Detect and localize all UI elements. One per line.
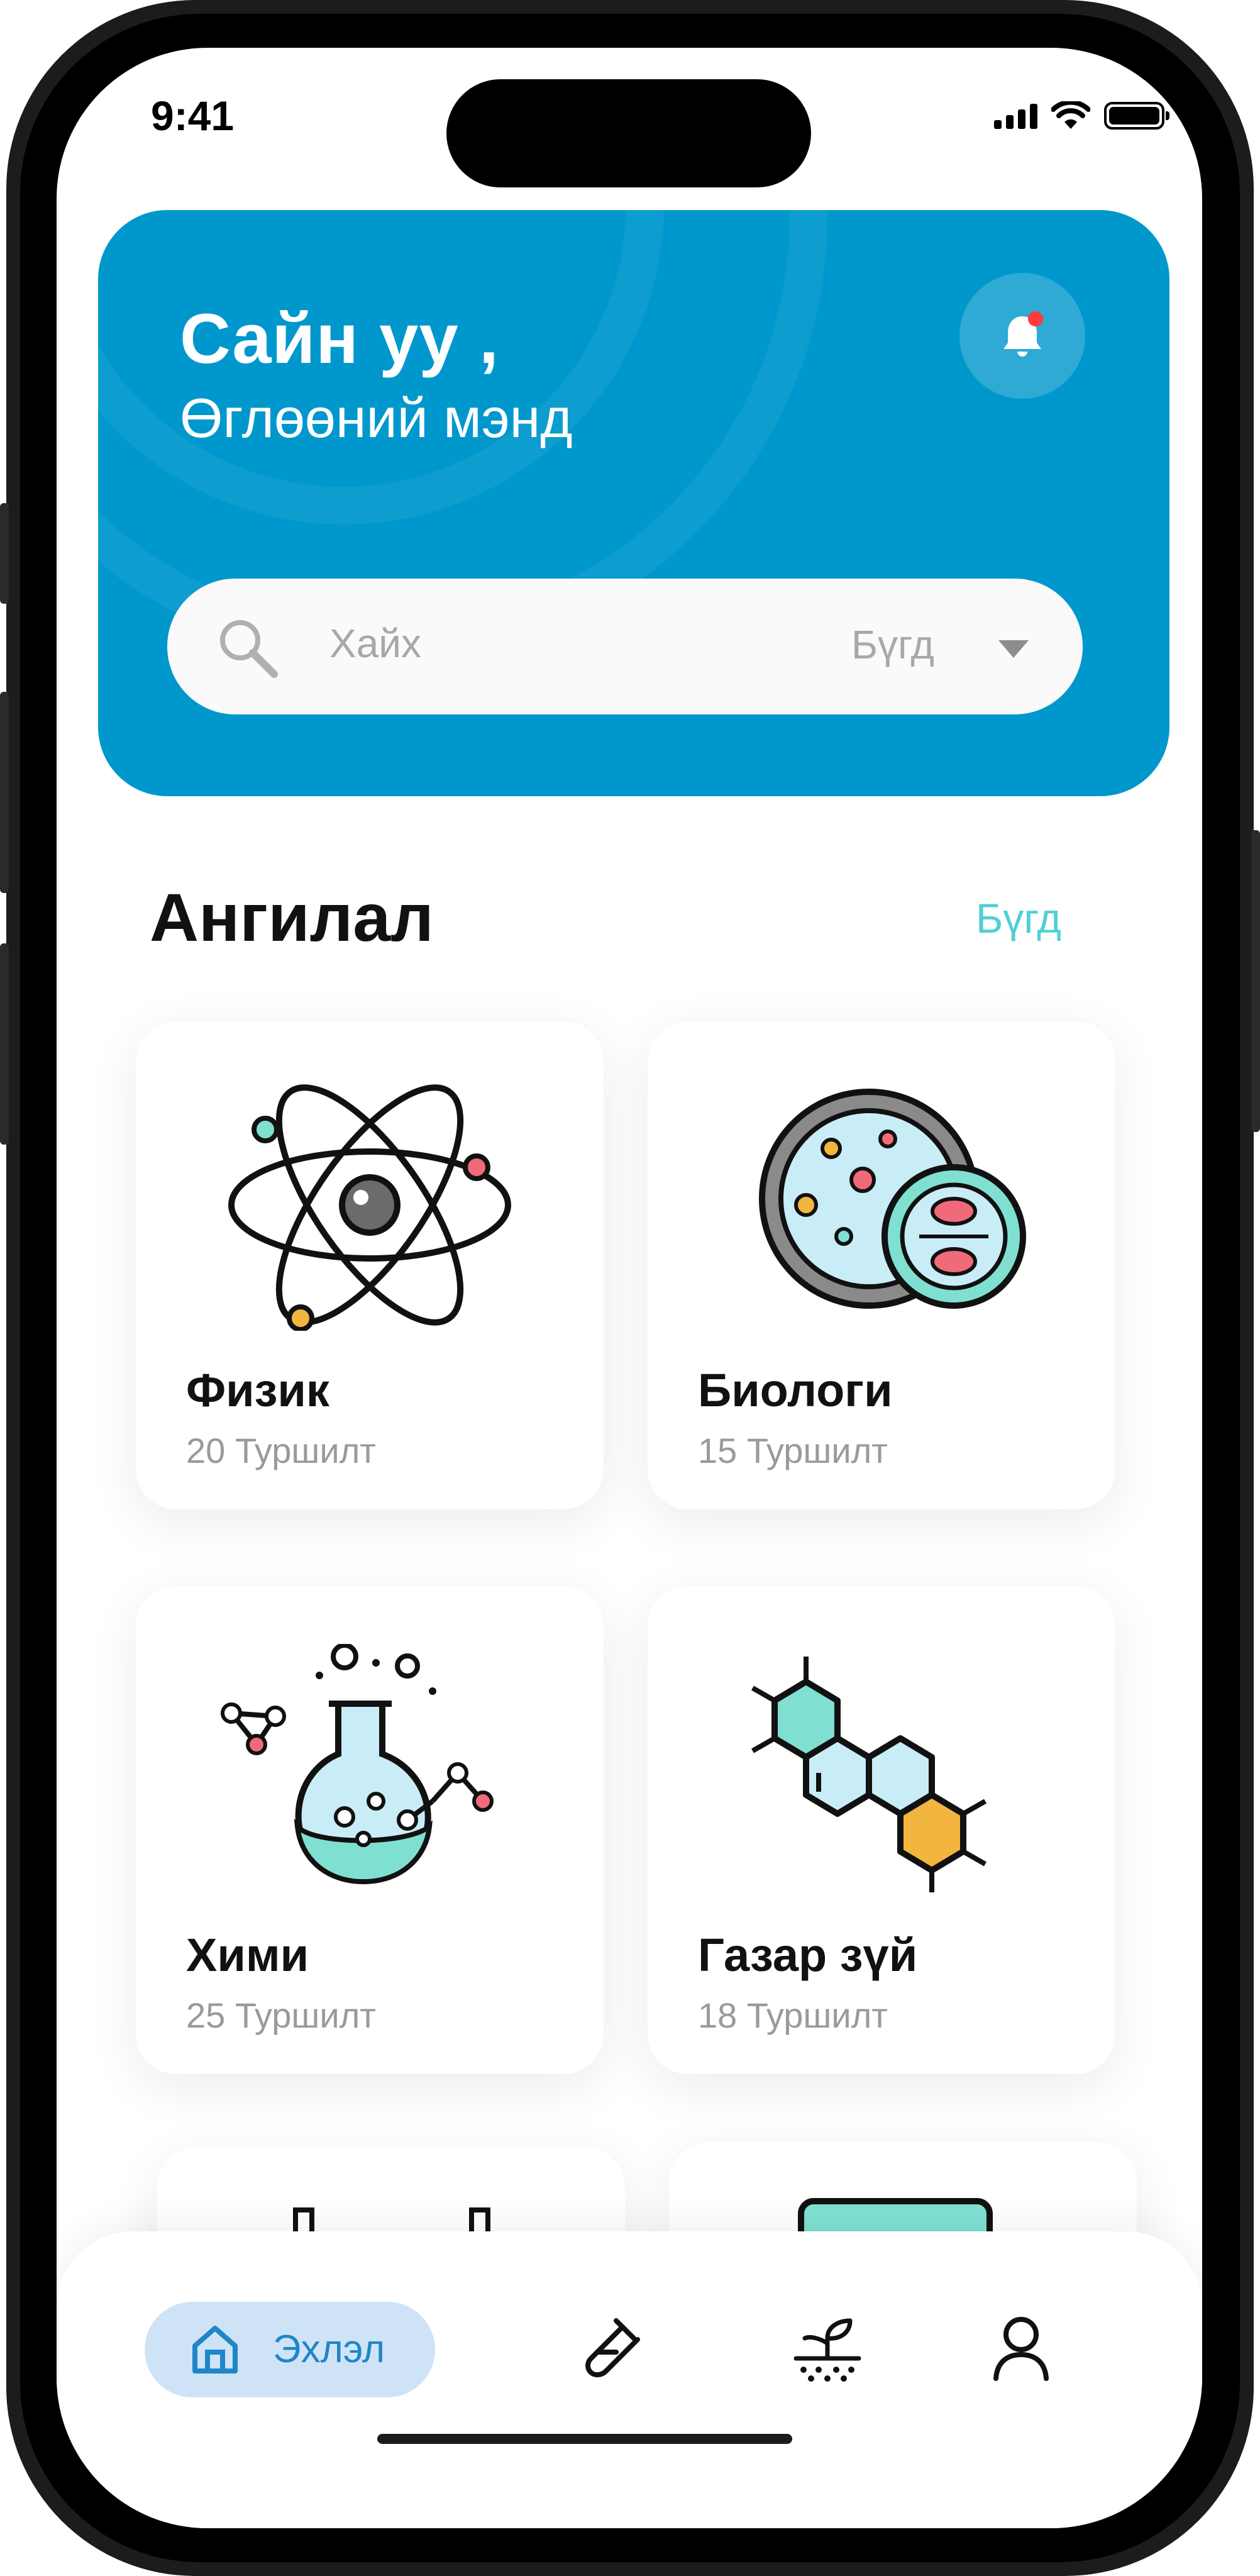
category-count: 25 Туршилт	[186, 1996, 376, 2035]
see-all-link[interactable]: Бүгд	[976, 894, 1061, 942]
tab-home-label: Эхлэл	[273, 2328, 385, 2371]
category-count: 18 Туршилт	[698, 1996, 888, 2035]
status-time: 9:41	[151, 92, 235, 139]
cellular-signal-icon	[994, 103, 1037, 129]
category-name: Физик	[186, 1364, 329, 1416]
bell-icon	[1003, 311, 1043, 357]
plant-icon[interactable]	[790, 2313, 865, 2382]
volume-up-button	[0, 692, 9, 893]
category-count: 20 Туршилт	[186, 1431, 376, 1470]
category-name: Газар зүй	[698, 1929, 918, 1981]
search-input[interactable]: Хайх	[329, 620, 421, 667]
petri-dish-icon	[759, 1089, 1026, 1309]
atom-icon	[228, 1084, 511, 1331]
volume-down-button	[0, 943, 9, 1145]
category-card-physics[interactable]: Физик 20 Туршилт	[136, 1021, 604, 1509]
power-button	[1251, 830, 1260, 1132]
greeting-subtitle: Өглөөний мэнд	[180, 387, 573, 449]
category-card-chemistry[interactable]: Хими 25 Туршилт	[136, 1586, 604, 2074]
category-count: 15 Туршилт	[698, 1431, 888, 1470]
tab-bar: Эхлэл	[57, 2231, 1202, 2528]
search-icon	[220, 620, 278, 678]
category-name: Биологи	[698, 1364, 893, 1416]
wifi-icon	[1051, 101, 1090, 129]
home-icon	[192, 2326, 238, 2373]
section-title: Ангилал	[150, 879, 434, 955]
mute-switch	[0, 503, 9, 604]
tab-home[interactable]: Эхлэл	[145, 2302, 435, 2397]
header-card: Сайн уу , Өглөөний мэнд Хайх Бүгд	[98, 210, 1169, 796]
home-indicator[interactable]	[377, 2434, 792, 2444]
search-bar[interactable]: Хайх Бүгд	[167, 579, 1083, 714]
category-card-biology[interactable]: Биологи 15 Туршилт	[648, 1021, 1115, 1509]
profile-icon[interactable]	[990, 2313, 1053, 2382]
chevron-down-icon[interactable]	[998, 640, 1029, 658]
battery-icon	[1104, 102, 1169, 130]
notification-button[interactable]	[959, 273, 1085, 399]
dynamic-island	[446, 79, 811, 187]
category-card-geography[interactable]: Газар зүй 18 Туршилт	[648, 1586, 1115, 2074]
test-tube-icon[interactable]	[572, 2313, 641, 2382]
status-icons	[994, 101, 1169, 130]
app-screen: 9:41 Сайн уу , Өглөөний мэнд Хайх Бүгд А…	[57, 48, 1202, 2528]
category-name: Хими	[186, 1929, 309, 1981]
search-filter-select[interactable]: Бүгд	[851, 621, 934, 668]
molecule-icon	[751, 1657, 986, 1892]
flask-icon	[221, 1644, 494, 1885]
greeting-title: Сайн уу ,	[180, 299, 499, 378]
